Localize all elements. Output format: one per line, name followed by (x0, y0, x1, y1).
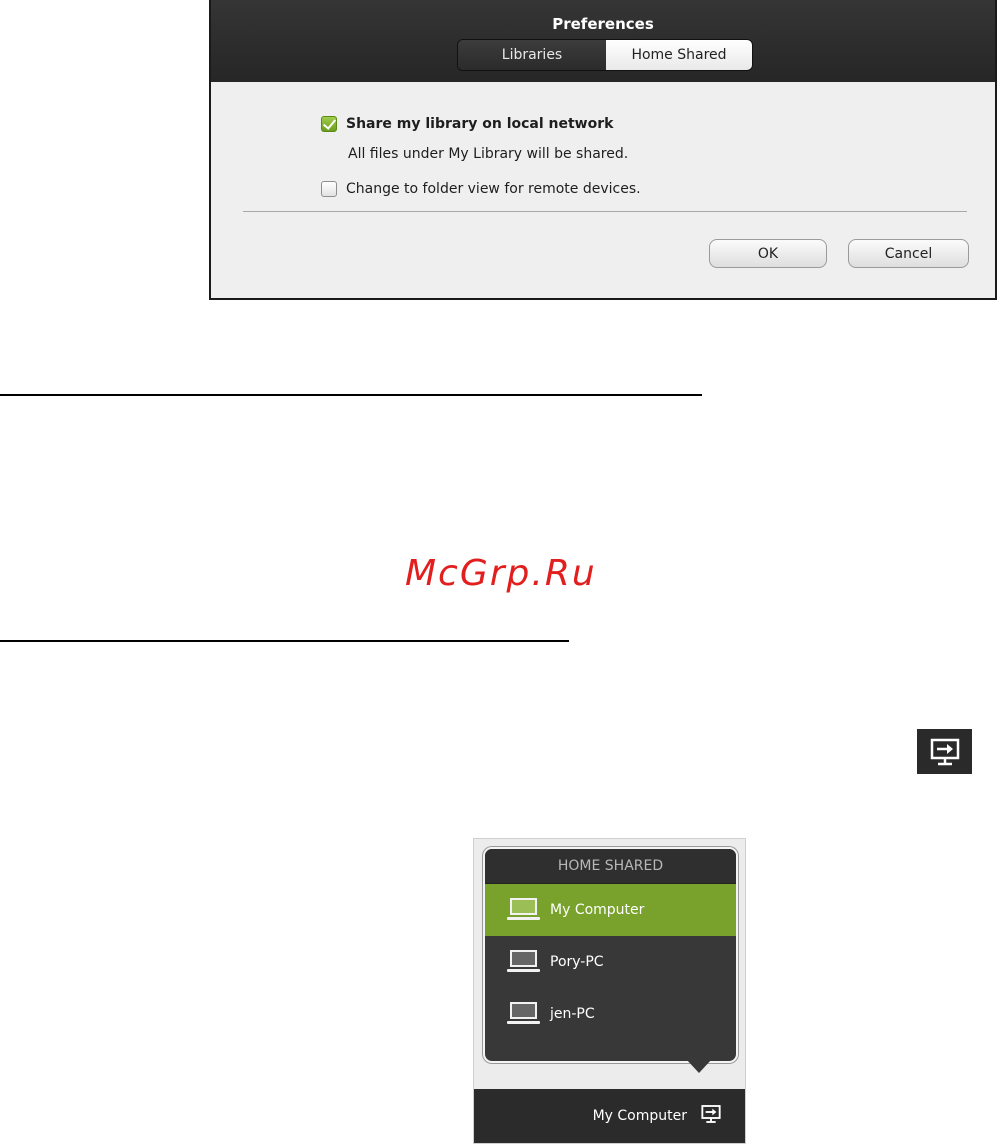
watermark: McGrp.Ru (405, 553, 597, 594)
folder-view-checkbox[interactable] (321, 181, 337, 197)
dialog-title: Preferences (552, 15, 654, 33)
laptop-icon (507, 1002, 540, 1026)
home-shared-icon (917, 729, 972, 774)
current-device-label: My Computer (592, 1108, 687, 1124)
ok-button[interactable]: OK (709, 239, 827, 268)
preferences-tabs: Libraries Home Shared (457, 39, 753, 71)
share-library-label: Share my library on local network (346, 116, 614, 132)
home-shared-footer[interactable]: My Computer (474, 1089, 745, 1143)
device-label: Pory-PC (550, 954, 604, 970)
home-shared-icon[interactable] (699, 1104, 723, 1128)
home-shared-menu: HOME SHARED My Computer Pory-PC jen-PC (483, 847, 738, 1063)
tab-libraries[interactable]: Libraries (458, 40, 606, 70)
folder-view-label: Change to folder view for remote devices… (346, 181, 641, 197)
preferences-header: Preferences Libraries Home Shared (211, 0, 995, 82)
share-note: All files under My Library will be share… (348, 146, 629, 162)
home-shared-panel: HOME SHARED My Computer Pory-PC jen-PC M… (473, 838, 746, 1144)
home-shared-header: HOME SHARED (485, 849, 736, 884)
device-item-jen-pc[interactable]: jen-PC (485, 988, 736, 1040)
tab-home-shared[interactable]: Home Shared (606, 40, 752, 70)
divider-line-1 (0, 394, 702, 396)
menu-pointer (686, 1059, 712, 1073)
folder-view-option[interactable]: Change to folder view for remote devices… (321, 181, 641, 197)
device-label: jen-PC (550, 1006, 595, 1022)
device-item-my-computer[interactable]: My Computer (485, 884, 736, 936)
cancel-button[interactable]: Cancel (848, 239, 969, 268)
preferences-dialog: Preferences Libraries Home Shared Share … (209, 0, 997, 300)
device-label: My Computer (550, 902, 645, 918)
share-library-checkbox[interactable] (321, 116, 337, 132)
laptop-icon (507, 950, 540, 974)
dialog-divider (243, 211, 967, 212)
laptop-icon (507, 898, 540, 922)
divider-line-2 (0, 640, 569, 642)
share-library-option[interactable]: Share my library on local network (321, 116, 613, 132)
device-item-pory-pc[interactable]: Pory-PC (485, 936, 736, 988)
